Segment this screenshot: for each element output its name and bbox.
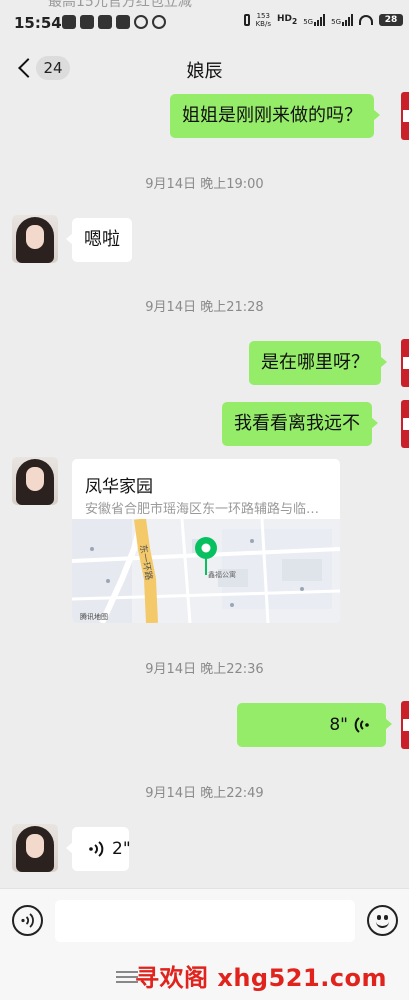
contact-voice-message[interactable]: 2": [66, 827, 131, 871]
my-avatar[interactable]: [401, 92, 409, 140]
hd-label: HD: [276, 14, 292, 25]
signal-bars-icon: [342, 14, 353, 26]
signal-2: 5G: [331, 14, 353, 26]
location-name: 凤华家园: [85, 477, 153, 497]
message-text: 是在哪里呀？: [261, 352, 369, 373]
app-notification-icon: [134, 15, 148, 29]
voice-toggle-icon[interactable]: [12, 905, 43, 936]
voice-wave-icon: [354, 717, 369, 733]
chat-title: 娘辰: [186, 61, 223, 82]
emoji-icon[interactable]: [367, 905, 398, 936]
timestamp: 9月14日 晚上22:36: [145, 662, 264, 677]
notification-icons: [62, 15, 166, 29]
my-avatar[interactable]: [401, 339, 409, 387]
my-voice-message[interactable]: 8": [237, 703, 392, 747]
message-list[interactable]: 姐姐是刚刚来做的吗？ 9月14日 晚上19:00 嗯啦 9月14日 晚上21:2…: [0, 92, 409, 888]
voice-wave-icon: [89, 841, 104, 857]
message-text: 嗯啦: [84, 229, 120, 250]
voice-wave-icon: [21, 913, 34, 928]
message-text: 我看看离我远不: [234, 413, 360, 434]
my-avatar[interactable]: [401, 701, 409, 749]
location-map-thumbnail: 东一环路 鑫福公寓 腾讯地图: [72, 519, 340, 623]
my-message-bubble[interactable]: 我看看离我远不: [222, 402, 378, 446]
hd-indicator: HD2: [277, 14, 297, 26]
timestamp: 9月14日 晚上22:49: [145, 786, 264, 801]
network-speed-unit: KB/s: [255, 20, 271, 28]
network-speed-value: 153: [256, 12, 270, 20]
signal-bars-icon: [314, 14, 326, 26]
contact-message-bubble[interactable]: 嗯啦: [66, 218, 132, 262]
signal-2-label: 5G: [331, 18, 341, 26]
vibrate-icon: [243, 14, 250, 26]
my-message-bubble[interactable]: 是在哪里呀？: [249, 341, 387, 385]
contact-avatar[interactable]: [12, 824, 58, 872]
battery-icon: 28: [379, 14, 403, 26]
my-message-bubble[interactable]: 姐姐是刚刚来做的吗？: [170, 94, 380, 138]
my-avatar[interactable]: [401, 400, 409, 448]
app-notification-icon: [62, 15, 76, 29]
voice-duration: 2": [112, 839, 131, 859]
input-bar: 寻欢阁 xhg521.com: [0, 888, 409, 1000]
signal-1: 5G: [303, 14, 326, 26]
location-address: 安徽省合肥市瑶海区东一环路辅路与临…: [85, 502, 320, 517]
message-text: 姐姐是刚刚来做的吗？: [182, 105, 362, 126]
notification-peek: 最高15元官方红包立减: [48, 0, 192, 10]
chat-header: 24 娘辰: [0, 46, 409, 92]
watermark: 寻欢阁 xhg521.com: [135, 964, 388, 992]
timestamp: 9月14日 晚上21:28: [145, 300, 264, 315]
voice-duration: 8": [329, 715, 348, 735]
app-notification-icon: [152, 15, 166, 29]
timestamp: 9月14日 晚上19:00: [145, 177, 264, 192]
map-attribution: 腾讯地图: [80, 612, 108, 621]
hd-sub: 2: [292, 16, 298, 26]
status-bar: 最高15元官方红包立减 15:54 153 KB/s HD2 5G 5G 28: [0, 0, 409, 46]
telegram-icon: [80, 15, 94, 29]
map-place-label: 鑫福公寓: [208, 570, 236, 579]
app-notification-icon: [98, 15, 112, 29]
contact-avatar[interactable]: [12, 457, 58, 505]
system-status-icons: 153 KB/s HD2 5G 5G 28: [243, 12, 403, 28]
wifi-icon: [359, 15, 373, 25]
message-input[interactable]: [55, 900, 355, 942]
status-time: 15:54: [14, 14, 62, 32]
app-notification-icon: [116, 15, 130, 29]
signal-1-label: 5G: [303, 18, 314, 26]
location-card[interactable]: 凤华家园 安徽省合肥市瑶海区东一环路辅路与临… 东一环路 鑫福公寓 腾讯地图: [72, 459, 340, 623]
contact-avatar[interactable]: [12, 215, 58, 263]
network-speed: 153 KB/s: [256, 12, 271, 28]
